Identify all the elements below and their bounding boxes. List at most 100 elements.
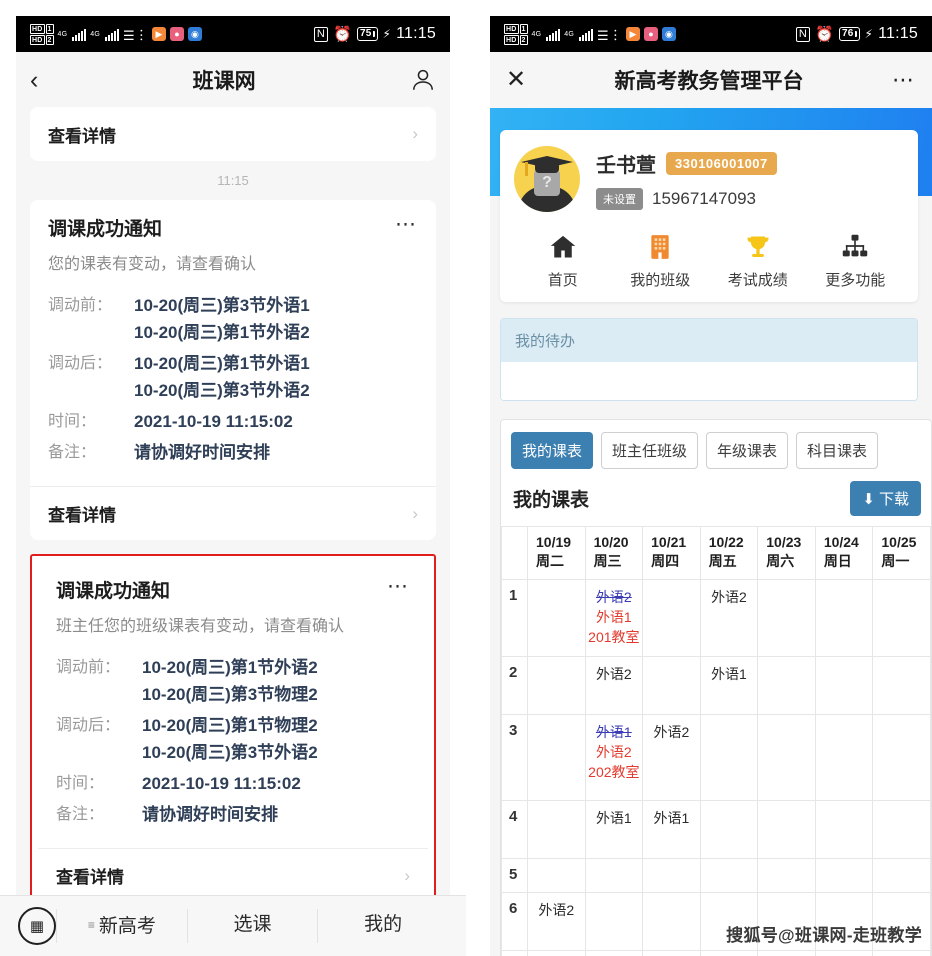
bottom-menu-item-2[interactable]: 我的 — [317, 909, 448, 943]
tab-grade-schedule[interactable]: 年级课表 — [706, 432, 789, 469]
status-clock: 11:15 — [396, 25, 436, 42]
schedule-cell[interactable] — [872, 713, 931, 801]
notification-detail-row[interactable]: 查看详情 › — [30, 486, 436, 540]
network-label-1: 4G — [57, 30, 68, 38]
notification-card[interactable]: 调课成功通知 ⋯ 您的课表有变动，请查看确认 调动前： 10-20(周三)第3节… — [30, 200, 436, 540]
bottom-menu-item-1[interactable]: 选课 — [186, 909, 318, 943]
schedule-cell[interactable]: 外语2 外语1 201教室 — [584, 578, 644, 657]
more-dots-icon[interactable]: ⋯ — [395, 214, 418, 235]
schedule-cell[interactable]: 外语2202教室 — [584, 655, 644, 715]
schedule-cell[interactable]: 外语1201教室 — [527, 949, 586, 956]
schedule-cell[interactable] — [699, 857, 759, 893]
close-icon[interactable]: ✕ — [506, 68, 526, 92]
keyboard-icon[interactable]: ▦ — [18, 907, 56, 945]
quick-action-home[interactable]: 首页 — [514, 232, 612, 290]
more-dots-icon[interactable]: ⋯ — [387, 576, 410, 597]
schedule-cell[interactable] — [757, 949, 816, 956]
schedule-cell[interactable]: 外语2202教室 — [527, 891, 586, 951]
old-course: 外语2 — [595, 588, 632, 605]
schedule-cell[interactable] — [584, 949, 644, 956]
download-icon: ⬇ — [862, 490, 875, 508]
schedule-cell[interactable] — [757, 713, 816, 801]
watermark: 搜狐号@班课网-走班教学 — [726, 926, 922, 945]
top-card-detail-row[interactable]: 查看详情 › — [30, 107, 436, 161]
schedule-cell[interactable] — [872, 578, 931, 657]
schedule-cell[interactable]: 外语1201教室 — [642, 799, 701, 859]
schedule-cell[interactable] — [814, 799, 874, 859]
schedule-table-body: 1外语2外语1201教室外语2202教室2外语2202教室外语1201教室3外语… — [501, 578, 931, 956]
schedule-cell[interactable] — [757, 655, 816, 715]
schedule-cell[interactable] — [814, 655, 874, 715]
back-chevron-icon[interactable]: ‹ — [30, 67, 38, 93]
highlighted-notification-wrapper: 调课成功通知 ⋯ 班主任您的班级课表有变动，请查看确认 调动前： 10-20(周… — [30, 554, 436, 910]
schedule-title-row: 我的课表 ⬇ 下载 — [501, 469, 931, 526]
quick-action-scores[interactable]: 考试成绩 — [709, 232, 807, 290]
schedule-cell[interactable] — [814, 949, 874, 956]
schedule-cell[interactable]: 外语1201教室 — [584, 799, 644, 859]
quick-action-more[interactable]: 更多功能 — [807, 232, 905, 290]
notification-header: 调课成功通知 ⋯ — [56, 576, 410, 603]
schedule-cell[interactable] — [699, 799, 759, 859]
schedule-cell[interactable] — [872, 949, 931, 956]
schedule-cell[interactable]: 外语2202教室 — [642, 713, 701, 801]
schedule-cell[interactable] — [872, 799, 931, 859]
download-button[interactable]: ⬇ 下载 — [850, 481, 921, 516]
profile-card: ? 壬书萱 330106001007 未设置 15967147093 首页 我的… — [500, 130, 918, 302]
schedule-cell[interactable] — [757, 578, 816, 657]
schedule-cell[interactable] — [584, 891, 644, 951]
schedule-cell[interactable] — [642, 655, 701, 715]
graduate-avatar-icon[interactable]: ? — [514, 146, 580, 212]
schedule-cell[interactable] — [814, 578, 874, 657]
schedule-cell[interactable] — [699, 949, 759, 956]
schedule-tabs: 我的课表 班主任班级 年级课表 科目课表 — [501, 432, 931, 469]
notification-card[interactable]: 调课成功通知 ⋯ 班主任您的班级课表有变动，请查看确认 调动前： 10-20(周… — [38, 562, 428, 902]
schedule-table: 10/19 周二 10/20 周三 10/21 周四 10/22 周五 10/23 周六 … — [501, 526, 931, 956]
quick-action-label: 考试成绩 — [727, 272, 788, 289]
profile-name-row: 壬书萱 330106001007 — [596, 149, 777, 178]
schedule-cell[interactable] — [757, 857, 816, 893]
schedule-cell[interactable] — [872, 857, 931, 893]
tab-subject-schedule[interactable]: 科目课表 — [796, 432, 879, 469]
notification-detail-row[interactable]: 查看详情 › — [38, 848, 428, 902]
assistant-app-icon: ◉ — [662, 27, 677, 41]
battery-icon: 75 — [356, 27, 378, 41]
left-phone-panel: HD1 HD2 4G 4G ☰︙ ▶ ● ◉ N ⏰ 75 ⚡ 11:15 — [0, 0, 466, 956]
schedule-cell[interactable]: 外语1201教室 — [699, 655, 759, 715]
schedule-cell[interactable] — [642, 949, 701, 956]
field-key: 备注： — [48, 444, 97, 461]
schedule-cell[interactable] — [584, 857, 644, 893]
notification-body: 调课成功通知 ⋯ 您的课表有变动，请查看确认 调动前： 10-20(周三)第3节… — [30, 200, 436, 486]
schedule-cell[interactable] — [814, 857, 874, 893]
signal-icon-1 — [72, 28, 87, 41]
schedule-cell[interactable]: 外语2202教室 — [699, 578, 759, 657]
schedule-cell[interactable] — [527, 655, 586, 715]
schedule-cell[interactable] — [642, 578, 701, 657]
field-key: 调动后： — [56, 717, 121, 734]
schedule-cell[interactable] — [527, 578, 586, 657]
schedule-cell[interactable]: 外语1 外语2 202教室 — [584, 713, 644, 801]
schedule-cell[interactable] — [527, 857, 586, 893]
dual-sim-hd-icons: HD 1 HD 2 — [504, 23, 528, 45]
schedule-cell[interactable] — [527, 799, 586, 859]
bottom-menu-item-0[interactable]: ≡ 新高考 — [56, 909, 187, 943]
schedule-cell[interactable] — [814, 713, 874, 801]
page-title: 班课网 — [192, 70, 256, 93]
schedule-cell[interactable] — [757, 799, 816, 859]
right-status-bar: HD 1 HD 2 4G 4G ☰︙ ▶ ● ◉ N ⏰ 76 ⚡ 11:15 — [490, 16, 932, 52]
schedule-cell[interactable] — [872, 655, 931, 715]
tab-my-schedule[interactable]: 我的课表 — [511, 432, 594, 469]
schedule-cell[interactable] — [699, 713, 759, 801]
hd-label-2: HD — [30, 34, 45, 45]
view-detail-label: 查看详情 — [48, 506, 116, 525]
tab-homeroom-class[interactable]: 班主任班级 — [601, 432, 699, 469]
quick-action-myclass[interactable]: 我的班级 — [612, 232, 710, 290]
schedule-cell[interactable] — [527, 713, 586, 801]
course-name: 外语2 — [711, 588, 747, 605]
schedule-cell[interactable] — [642, 891, 701, 951]
chevron-right-icon: › — [412, 124, 418, 143]
person-icon[interactable] — [410, 67, 436, 93]
period-number: 6 — [501, 891, 528, 951]
right-content-body: ? 壬书萱 330106001007 未设置 15967147093 首页 我的… — [490, 108, 932, 956]
more-dots-icon[interactable]: ⋯ — [892, 69, 916, 91]
schedule-cell[interactable] — [642, 857, 701, 893]
